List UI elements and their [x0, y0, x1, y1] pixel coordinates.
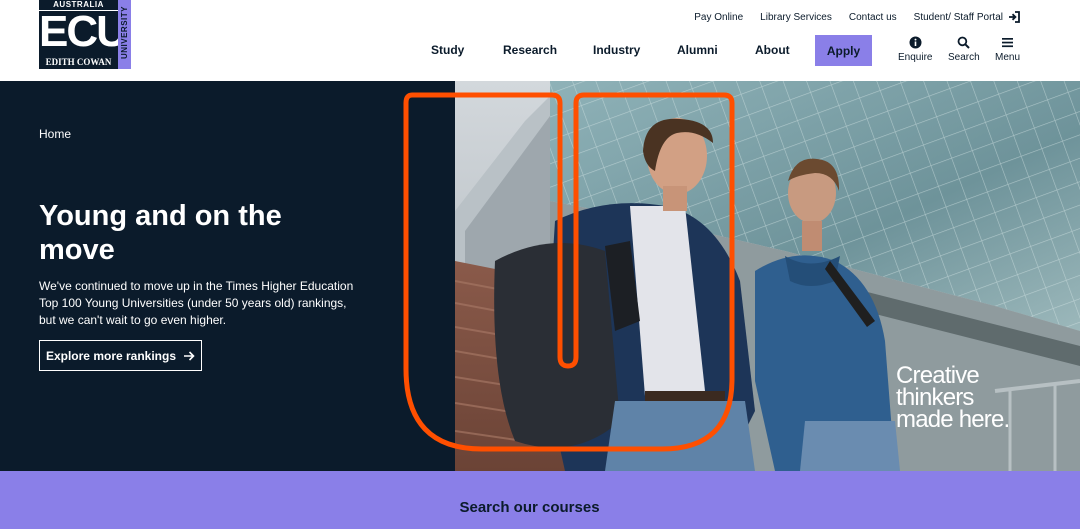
hero-banner: Home Young and on the move We've continu… — [0, 81, 1080, 471]
enquire-button[interactable]: Enquire — [898, 36, 932, 63]
nav-research[interactable]: Research — [503, 43, 557, 57]
menu-label: Menu — [995, 52, 1021, 63]
explore-rankings-button[interactable]: Explore more rankings — [39, 340, 202, 371]
logo-university: UNIVERSITY — [120, 6, 129, 60]
u-outline-graphic — [403, 92, 735, 452]
menu-button[interactable]: Menu — [995, 36, 1020, 63]
portal-link[interactable]: Student/ Staff Portal — [914, 11, 1020, 23]
hamburger-icon — [1002, 38, 1013, 48]
course-search-section: Search our courses — [0, 471, 1080, 529]
portal-label: Student/ Staff Portal — [913, 11, 1003, 23]
hero-description: We've continued to move up in the Times … — [39, 279, 354, 327]
breadcrumb[interactable]: Home — [39, 127, 71, 141]
info-icon — [909, 36, 922, 49]
search-label: Search — [948, 52, 980, 63]
nav-about[interactable]: About — [755, 43, 790, 57]
library-services-link[interactable]: Library Services — [760, 12, 832, 23]
logo-edith-cowan: EDITH COWAN — [45, 57, 112, 67]
site-header: AUSTRALIA ECU EDITH COWAN UNIVERSITY Pay… — [0, 0, 1080, 81]
apply-button[interactable]: Apply — [815, 35, 872, 66]
search-courses-heading: Search our courses — [459, 499, 600, 516]
sign-in-icon — [1009, 11, 1020, 23]
utility-nav: Pay Online Library Services Contact us S… — [694, 11, 1020, 23]
nav-industry[interactable]: Industry — [593, 43, 640, 57]
nav-alumni[interactable]: Alumni — [677, 43, 718, 57]
nav-study[interactable]: Study — [431, 43, 464, 57]
logo-ecu: ECU — [39, 7, 128, 56]
breadcrumb-home[interactable]: Home — [39, 127, 71, 141]
logo-university-strip: UNIVERSITY — [118, 0, 131, 69]
explore-rankings-label: Explore more rankings — [45, 348, 177, 363]
tagline-line-3: made here. — [896, 406, 1010, 433]
pay-online-link[interactable]: Pay Online — [694, 12, 743, 23]
contact-us-link[interactable]: Contact us — [849, 12, 897, 23]
search-icon — [957, 36, 971, 49]
ecu-logo[interactable]: AUSTRALIA ECU EDITH COWAN UNIVERSITY — [39, 0, 131, 69]
enquire-label: Enquire — [898, 52, 933, 63]
hero-tagline: Creative thinkers made here. — [896, 364, 1010, 433]
hero-title: Young and on the move — [39, 200, 282, 266]
search-button[interactable]: Search — [948, 36, 980, 63]
arrow-right-icon — [184, 350, 195, 361]
